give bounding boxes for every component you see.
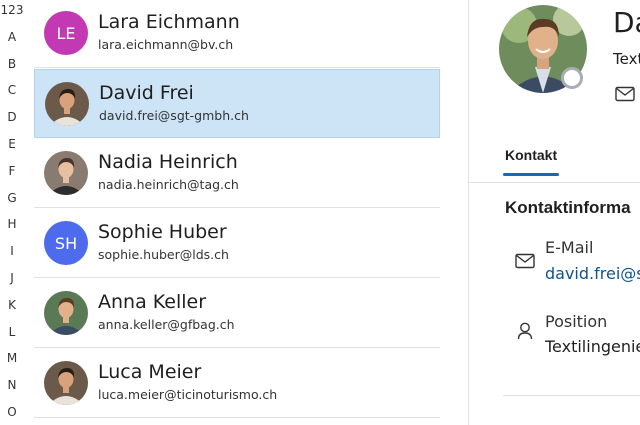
person-icon bbox=[517, 322, 533, 345]
mail-icon bbox=[515, 253, 535, 274]
detail-subtitle: Text bbox=[613, 50, 640, 68]
contact-avatar bbox=[44, 291, 88, 335]
tab-kontakt[interactable]: Kontakt bbox=[505, 147, 557, 163]
alphabet-letter[interactable]: 123 bbox=[0, 3, 24, 17]
contact-name: Anna Keller bbox=[98, 291, 207, 313]
contact-detail-pane: Da Text Kontakt Kontaktinforma E-Mail da… bbox=[469, 0, 640, 425]
contact-row[interactable]: SH Sophie Huber sophie.huber@lds.ch bbox=[34, 209, 440, 278]
contact-email: david.frei@sgt-gmbh.ch bbox=[99, 108, 249, 123]
contact-email: sophie.huber@lds.ch bbox=[98, 247, 229, 262]
contact-avatar bbox=[44, 361, 88, 405]
alphabet-letter[interactable]: J bbox=[0, 271, 24, 285]
avatar-initials: LE bbox=[56, 23, 76, 43]
detail-name: Da bbox=[613, 6, 640, 39]
position-value: Textilingenie bbox=[545, 337, 640, 356]
contact-name: David Frei bbox=[99, 82, 194, 104]
avatar-initials: SH bbox=[54, 233, 78, 253]
alphabet-letter[interactable]: N bbox=[0, 378, 24, 392]
alphabet-letter[interactable]: B bbox=[0, 57, 24, 71]
alphabet-letter[interactable]: I bbox=[0, 244, 24, 258]
contact-name: Nadia Heinrich bbox=[98, 151, 238, 173]
section-divider bbox=[503, 395, 640, 396]
contact-row[interactable]: Anna Keller anna.keller@gfbag.ch bbox=[34, 279, 440, 348]
presence-status-icon bbox=[561, 67, 583, 89]
section-title: Kontaktinforma bbox=[505, 198, 631, 217]
alphabet-letter[interactable]: K bbox=[0, 298, 24, 312]
alphabet-letter[interactable]: M bbox=[0, 351, 24, 365]
contact-name: Lara Eichmann bbox=[98, 11, 240, 33]
tab-divider bbox=[469, 182, 640, 183]
contact-email: anna.keller@gfbag.ch bbox=[98, 317, 235, 332]
contact-row[interactable]: David Frei david.frei@sgt-gmbh.ch bbox=[34, 69, 440, 138]
contact-row[interactable]: Nadia Heinrich nadia.heinrich@tag.ch bbox=[34, 139, 440, 208]
tab-active-indicator bbox=[503, 173, 559, 176]
alphabet-index: 123 A B C D E F G H I J K L M N O bbox=[0, 0, 24, 425]
contact-avatar bbox=[45, 82, 89, 126]
alphabet-letter[interactable]: L bbox=[0, 325, 24, 339]
alphabet-letter[interactable]: O bbox=[0, 405, 24, 419]
contact-avatar: LE bbox=[44, 11, 88, 55]
alphabet-letter[interactable]: A bbox=[0, 30, 24, 44]
contact-email: lara.eichmann@bv.ch bbox=[98, 37, 234, 52]
alphabet-letter[interactable]: C bbox=[0, 83, 24, 97]
alphabet-letter[interactable]: F bbox=[0, 164, 24, 178]
alphabet-letter[interactable]: G bbox=[0, 191, 24, 205]
contact-list: LE Lara Eichmann lara.eichmann@bv.ch David … bbox=[34, 0, 440, 425]
alphabet-letter[interactable]: H bbox=[0, 217, 24, 231]
contact-email: nadia.heinrich@tag.ch bbox=[98, 177, 239, 192]
contact-name: Sophie Huber bbox=[98, 221, 227, 243]
alphabet-letter[interactable]: D bbox=[0, 110, 24, 124]
contact-email: luca.meier@ticinoturismo.ch bbox=[98, 387, 278, 402]
contact-row[interactable]: LE Lara Eichmann lara.eichmann@bv.ch bbox=[34, 0, 440, 68]
contact-name: Luca Meier bbox=[98, 361, 202, 383]
alphabet-letter[interactable]: E bbox=[0, 137, 24, 151]
contact-row[interactable]: Luca Meier luca.meier@ticinoturismo.ch bbox=[34, 349, 440, 418]
send-mail-icon[interactable] bbox=[615, 86, 635, 107]
email-label: E-Mail bbox=[545, 238, 594, 257]
position-label: Position bbox=[545, 312, 608, 331]
contact-avatar: SH bbox=[44, 221, 88, 265]
email-link[interactable]: david.frei@s bbox=[545, 264, 640, 283]
contact-avatar bbox=[44, 151, 88, 195]
